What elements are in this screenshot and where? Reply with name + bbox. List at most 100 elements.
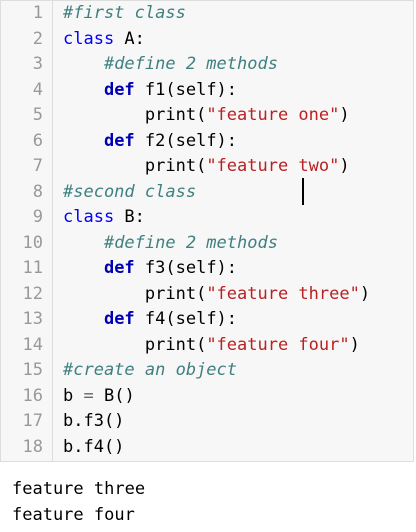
line-number: 7 bbox=[32, 156, 43, 176]
line-number: 12 bbox=[22, 283, 43, 304]
line-number: 9 bbox=[32, 207, 43, 227]
line-number: 15 bbox=[22, 360, 43, 380]
code-text: def f2(self): bbox=[63, 129, 237, 155]
code-token: b.f4() bbox=[63, 436, 125, 457]
code-line: 14 print("feature four") bbox=[1, 333, 413, 359]
code-token: B() bbox=[93, 385, 135, 406]
output-line: feature four bbox=[12, 505, 135, 525]
code-token: "feature one" bbox=[206, 105, 340, 125]
code-line: 15 #create an object bbox=[1, 358, 413, 384]
code-token: "feature three" bbox=[206, 283, 360, 304]
code-token: f4(self): bbox=[134, 309, 238, 329]
code-line: 17 b.f3() bbox=[1, 409, 413, 435]
code-text: print("feature two") bbox=[63, 154, 350, 180]
code-text: #second class bbox=[63, 180, 196, 206]
output-line: feature three bbox=[12, 479, 146, 499]
code-token: f3(self): bbox=[134, 258, 238, 278]
code-token: #second class bbox=[63, 181, 197, 202]
code-text: class B: bbox=[63, 205, 145, 231]
code-line: 2 class A: bbox=[1, 27, 413, 53]
line-number: 13 bbox=[22, 309, 43, 329]
text-cursor bbox=[302, 178, 304, 205]
line-number: 16 bbox=[22, 385, 43, 406]
code-text: print("feature four") bbox=[63, 333, 360, 359]
code-line: 7 print("feature two") bbox=[1, 154, 413, 180]
line-number: 5 bbox=[32, 105, 43, 125]
code-line: 6 def f2(self): bbox=[1, 129, 413, 155]
code-token: ) bbox=[349, 334, 360, 355]
code-token: "feature two" bbox=[206, 156, 340, 176]
code-text: #first class bbox=[63, 1, 186, 27]
code-token: print( bbox=[144, 283, 207, 304]
line-number: 6 bbox=[32, 130, 43, 151]
code-editor[interactable]: 1 #first class 2 class A: 3 #define 2 method… bbox=[0, 0, 414, 462]
code-text: def f1(self): bbox=[63, 78, 237, 104]
line-number: 18 bbox=[22, 436, 43, 457]
code-token: ) bbox=[359, 283, 371, 304]
code-line: 5 print("feature one") bbox=[1, 103, 413, 129]
code-line: 9 class B: bbox=[1, 205, 413, 231]
code-token: print( bbox=[144, 105, 207, 125]
code-token: = bbox=[83, 385, 94, 406]
code-line: 18 b.f4() bbox=[1, 435, 413, 461]
output-area: feature three feature four bbox=[0, 468, 416, 532]
code-line: 4 def f1(self): bbox=[1, 78, 413, 104]
line-number: 10 bbox=[22, 232, 43, 253]
code-line: 8 #second class bbox=[1, 180, 413, 206]
code-token: def bbox=[103, 79, 135, 100]
code-token: #define 2 methods bbox=[103, 54, 278, 74]
code-line: 11 def f3(self): bbox=[1, 256, 413, 282]
code-token: b.f3() bbox=[63, 411, 125, 431]
code-line: 16 b = B() bbox=[1, 384, 413, 410]
code-line: 13 def f4(self): bbox=[1, 307, 413, 333]
code-token: print( bbox=[144, 156, 207, 176]
code-token: def bbox=[103, 309, 135, 329]
code-text: print("feature three") bbox=[63, 282, 370, 308]
code-token: def bbox=[103, 130, 135, 151]
line-number: 1 bbox=[32, 3, 43, 23]
line-number: 2 bbox=[32, 28, 43, 49]
code-text: b.f3() bbox=[63, 409, 124, 435]
code-token: b bbox=[63, 385, 84, 406]
code-token: ) bbox=[339, 156, 350, 176]
line-number: 17 bbox=[22, 411, 43, 431]
code-text: def f4(self): bbox=[63, 307, 237, 333]
code-token: "feature four" bbox=[206, 334, 350, 355]
code-token: def bbox=[103, 258, 135, 278]
code-text: b.f4() bbox=[63, 435, 124, 461]
code-text: print("feature one") bbox=[63, 103, 350, 129]
code-line: 12 print("feature three") bbox=[1, 282, 413, 308]
code-token: B: bbox=[114, 207, 145, 227]
code-text: b = B() bbox=[63, 384, 135, 410]
code-line: 10 #define 2 methods bbox=[1, 231, 413, 257]
code-text: #define 2 methods bbox=[63, 231, 278, 257]
code-token: class bbox=[63, 28, 115, 49]
code-token: print( bbox=[144, 334, 207, 355]
code-token: #define 2 methods bbox=[103, 232, 278, 253]
code-text: #create an object bbox=[63, 358, 237, 384]
code-text: def f3(self): bbox=[63, 256, 237, 282]
code-line: 1 #first class bbox=[1, 1, 413, 27]
code-token: #first class bbox=[63, 3, 186, 23]
code-token: #create an object bbox=[63, 360, 237, 380]
code-token: f1(self): bbox=[134, 79, 238, 100]
code-token: f2(self): bbox=[134, 130, 238, 151]
code-text: class A: bbox=[63, 27, 145, 53]
line-number: 11 bbox=[22, 258, 43, 278]
code-area[interactable]: 1 #first class 2 class A: 3 #define 2 method… bbox=[1, 1, 413, 461]
code-text: #define 2 methods bbox=[63, 52, 278, 78]
code-token: ) bbox=[339, 105, 350, 125]
code-token: class bbox=[63, 207, 115, 227]
code-token: A: bbox=[114, 28, 145, 49]
code-line: 3 #define 2 methods bbox=[1, 52, 413, 78]
